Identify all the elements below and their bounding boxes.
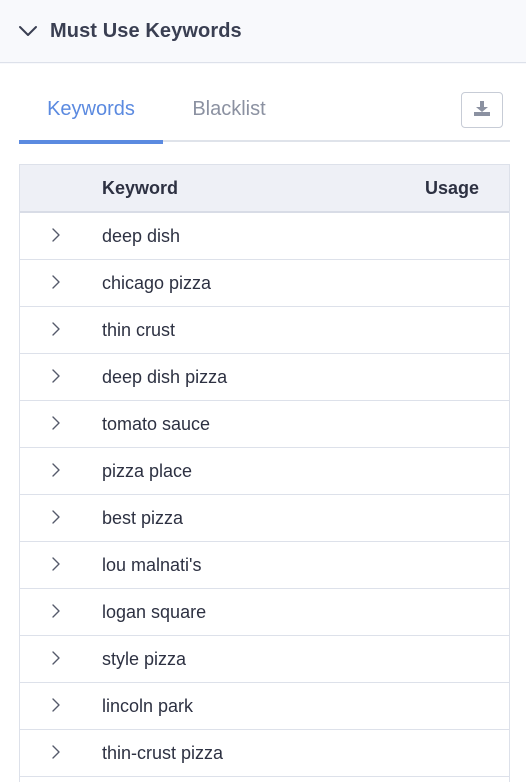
- chevron-right-icon[interactable]: [48, 461, 64, 479]
- chevron-right-icon[interactable]: [48, 226, 64, 244]
- table-row[interactable]: thin-crust pizza: [20, 730, 509, 777]
- table-row[interactable]: deep dish pizza: [20, 354, 509, 401]
- table-row[interactable]: style pizza: [20, 636, 509, 683]
- keyword-cell: chicago pizza: [102, 273, 212, 293]
- keyword-cell: best pizza: [102, 508, 184, 528]
- chevron-right-icon[interactable]: [48, 414, 64, 432]
- chevron-right-icon[interactable]: [48, 273, 64, 291]
- table-row[interactable]: lou malnati's: [20, 542, 509, 589]
- download-icon: [473, 99, 491, 122]
- table-row[interactable]: chicago pizza: [20, 260, 509, 307]
- download-button[interactable]: [461, 92, 503, 128]
- keyword-cell: style pizza: [102, 649, 187, 669]
- table-row[interactable]: lincoln park: [20, 683, 509, 730]
- chevron-right-icon[interactable]: [48, 649, 64, 667]
- chevron-right-icon[interactable]: [48, 696, 64, 714]
- keyword-cell: deep dish: [102, 226, 181, 246]
- table-row[interactable]: deep dish: [20, 213, 509, 260]
- tab-keywords[interactable]: Keywords: [19, 92, 163, 144]
- section-header[interactable]: Must Use Keywords: [0, 0, 526, 63]
- chevron-right-icon[interactable]: [48, 367, 64, 385]
- tab-blacklist[interactable]: Blacklist: [179, 92, 279, 142]
- keyword-cell: thin-crust pizza: [102, 743, 224, 763]
- table-row[interactable]: tomato sauce: [20, 401, 509, 448]
- keyword-cell: pizza place: [102, 461, 193, 481]
- tab-bar: Keywords Blacklist: [19, 92, 510, 144]
- keyword-cell: logan square: [102, 602, 207, 622]
- keywords-panel: Keywords Blacklist Keyword Usage deep di…: [0, 64, 526, 782]
- column-header-usage[interactable]: Usage: [425, 178, 479, 199]
- table-header: Keyword Usage: [20, 165, 509, 213]
- section-title: Must Use Keywords: [50, 19, 242, 42]
- keyword-cell: deep dish pizza: [102, 367, 228, 387]
- keyword-cell: lou malnati's: [102, 555, 202, 575]
- keyword-cell: thin crust: [102, 320, 176, 340]
- chevron-right-icon[interactable]: [48, 555, 64, 573]
- table-row[interactable]: pizza place: [20, 448, 509, 495]
- keywords-table: Keyword Usage deep dish chicago pizza thin…: [19, 164, 510, 782]
- keyword-cell: tomato sauce: [102, 414, 211, 434]
- chevron-right-icon[interactable]: [48, 743, 64, 761]
- column-header-keyword[interactable]: Keyword: [102, 178, 178, 199]
- chevron-down-icon[interactable]: [18, 20, 40, 42]
- table-row[interactable]: best pizza: [20, 495, 509, 542]
- chevron-right-icon[interactable]: [48, 602, 64, 620]
- table-row[interactable]: logan square: [20, 589, 509, 636]
- keyword-cell: lincoln park: [102, 696, 194, 716]
- table-row[interactable]: thin crust: [20, 307, 509, 354]
- chevron-right-icon[interactable]: [48, 320, 64, 338]
- chevron-right-icon[interactable]: [48, 508, 64, 526]
- table-body: deep dish chicago pizza thin crust deep dis…: [20, 213, 509, 777]
